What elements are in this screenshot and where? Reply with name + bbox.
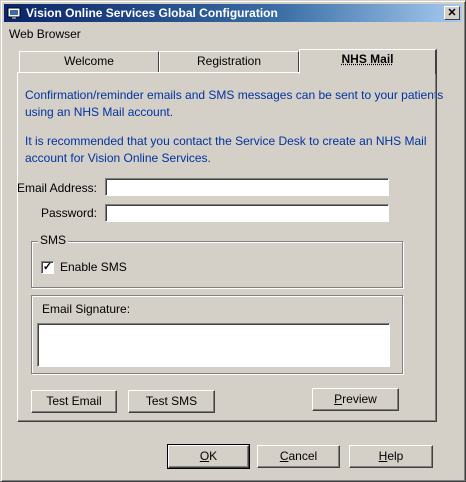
help-label: elp	[387, 449, 404, 463]
title-bar[interactable]: Vision Online Services Global Configurat…	[4, 4, 462, 22]
menu-web-browser[interactable]: Web Browser	[9, 27, 81, 41]
window-title: Vision Online Services Global Configurat…	[26, 6, 278, 20]
tab-registration-label: Registration	[196, 54, 262, 68]
ok-button[interactable]: OK	[167, 444, 250, 469]
tab-welcome-label: Welcome	[64, 54, 114, 68]
dialog-window: Vision Online Services Global Configurat…	[0, 0, 466, 482]
tab-nhs-mail[interactable]: NHS Mail	[299, 49, 437, 74]
cancel-button[interactable]: Cancel	[257, 445, 340, 468]
tab-registration[interactable]: Registration	[159, 51, 299, 72]
app-icon	[7, 7, 21, 19]
tab-nhs-mail-label: NHS Mail	[341, 52, 394, 66]
close-button[interactable]: ✕	[444, 6, 460, 20]
help-button[interactable]: Help	[349, 445, 433, 468]
ok-label: K	[209, 449, 218, 463]
tab-welcome[interactable]: Welcome	[19, 51, 159, 72]
tab-panel-nhs-mail	[17, 72, 437, 422]
cancel-label: ancel	[288, 449, 318, 463]
ok-mnemonic: O	[199, 449, 210, 463]
close-icon: ✕	[447, 7, 457, 19]
